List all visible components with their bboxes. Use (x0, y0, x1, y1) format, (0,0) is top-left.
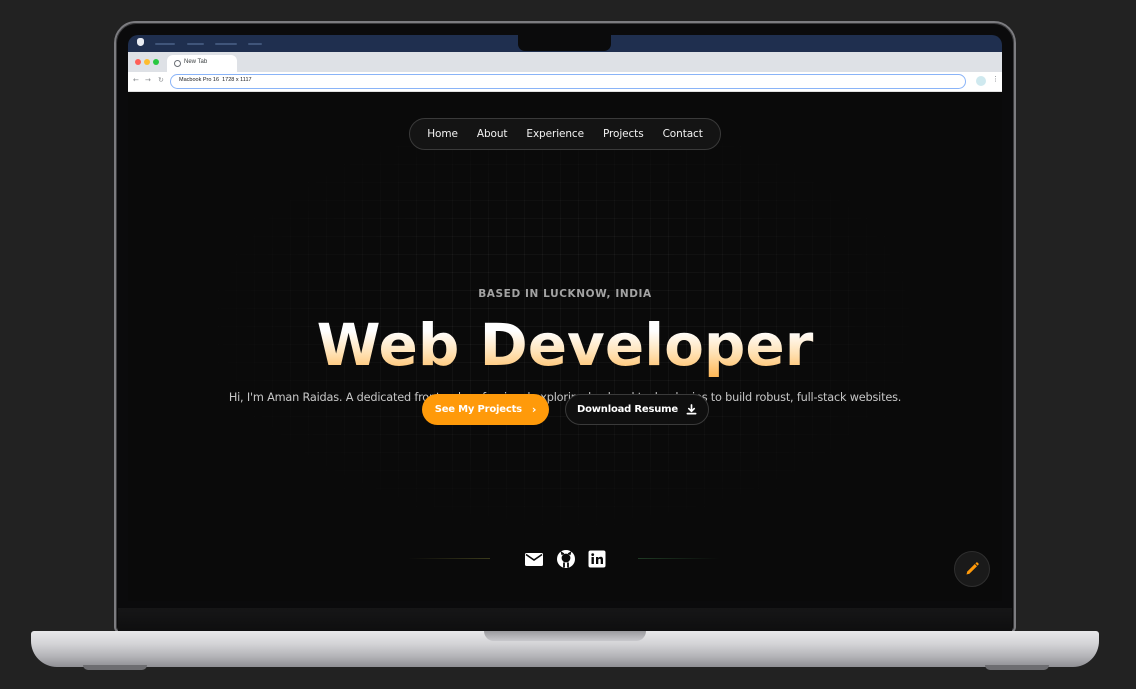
nav-link-experience[interactable]: Experience (517, 128, 594, 140)
back-arrow-icon[interactable]: ← (133, 76, 139, 84)
zoom-window-button[interactable] (153, 59, 159, 65)
menubar-item[interactable] (187, 43, 204, 45)
hero-headline: Web Developer (128, 310, 1002, 380)
minimize-window-button[interactable] (144, 59, 150, 65)
reload-icon[interactable]: ↻ (158, 76, 164, 84)
address-bar-value: Macbook Pro 16 1728 x 1117 (179, 77, 252, 83)
address-bar[interactable]: Macbook Pro 16 1728 x 1117 (170, 74, 966, 89)
menubar-item[interactable] (248, 43, 262, 45)
laptop-screen: New Tab ← → ↻ Macbook Pro 16 1728 x 1117… (128, 35, 1002, 601)
download-resume-label: Download Resume (577, 404, 678, 415)
laptop-foot-left (83, 665, 147, 670)
see-projects-button[interactable]: See My Projects › (422, 394, 549, 425)
browser-tab[interactable]: New Tab (167, 55, 237, 72)
edit-fab-button[interactable] (954, 551, 990, 587)
divider-line (638, 558, 720, 559)
linkedin-icon[interactable] (587, 549, 607, 569)
divider-line (408, 558, 490, 559)
forward-arrow-icon[interactable]: → (145, 76, 151, 84)
laptop-foot-right (985, 665, 1049, 670)
menubar-item[interactable] (155, 43, 175, 45)
tab-title: New Tab (184, 59, 208, 65)
hero-intro: Hi, I'm Aman Raidas. A dedicated fronten… (228, 391, 902, 404)
browser-toolbar: ← → ↻ Macbook Pro 16 1728 x 1117 ⋮ (128, 72, 1002, 92)
laptop-opening-notch (484, 631, 646, 641)
apple-icon[interactable] (137, 38, 144, 46)
laptop-hinge (118, 608, 1012, 632)
menubar-item[interactable] (215, 43, 237, 45)
profile-avatar[interactable] (976, 76, 986, 86)
portfolio-page: Home About Experience Projects Contact B… (128, 92, 1002, 601)
nav-link-home[interactable]: Home (418, 128, 468, 140)
macos-menubar (128, 35, 1002, 52)
main-nav: Home About Experience Projects Contact (409, 118, 721, 150)
download-icon (686, 404, 697, 415)
download-resume-button[interactable]: Download Resume (565, 394, 709, 425)
camera-notch (518, 35, 611, 51)
mail-icon[interactable] (524, 549, 544, 569)
location-eyebrow: BASED IN LUCKNOW, INDIA (478, 288, 652, 300)
chevron-right-icon: › (531, 403, 537, 416)
nav-link-contact[interactable]: Contact (653, 128, 712, 140)
github-icon[interactable] (556, 549, 576, 569)
more-menu-icon[interactable]: ⋮ (992, 75, 999, 83)
globe-icon (174, 60, 181, 67)
see-projects-label: See My Projects (434, 404, 522, 415)
close-window-button[interactable] (135, 59, 141, 65)
pencil-icon (966, 562, 979, 575)
browser-tab-strip: New Tab (128, 52, 1002, 72)
nav-link-about[interactable]: About (467, 128, 517, 140)
nav-link-projects[interactable]: Projects (593, 128, 653, 140)
